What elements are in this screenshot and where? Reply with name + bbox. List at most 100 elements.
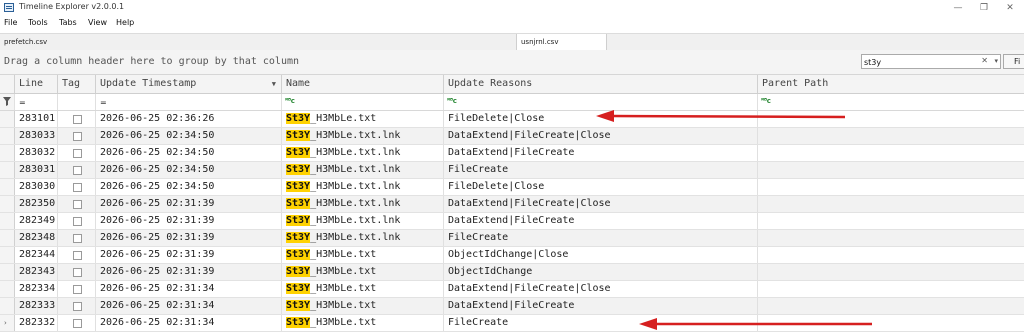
tag-checkbox[interactable] bbox=[73, 115, 82, 124]
row-selector[interactable] bbox=[0, 213, 15, 229]
column-header-name[interactable]: Name bbox=[282, 75, 444, 93]
menu-view[interactable]: View bbox=[88, 18, 107, 27]
table-row[interactable]: 283033 2026-06-25 02:34:50 St3Y_H3MbLe.txt… bbox=[0, 128, 1024, 145]
search-match-highlight: St3Y bbox=[286, 181, 311, 192]
column-header-update-reasons[interactable]: Update Reasons bbox=[444, 75, 758, 93]
tag-checkbox[interactable] bbox=[73, 217, 82, 226]
window-title: Timeline Explorer v2.0.0.1 bbox=[19, 2, 125, 11]
contains-operator-icon[interactable]: ᴿᴮc bbox=[761, 97, 771, 105]
filter-tag[interactable] bbox=[58, 94, 96, 110]
table-row[interactable]: › 282332 2026-06-25 02:31:34 St3Y_H3MbLe.tx… bbox=[0, 315, 1024, 332]
cell-line: 283101 bbox=[15, 111, 58, 127]
search-match-highlight: St3Y bbox=[286, 164, 311, 175]
menu-file[interactable]: File bbox=[4, 18, 17, 27]
cell-name: St3Y_H3MbLe.txt.lnk bbox=[282, 145, 444, 161]
cell-name: St3Y_H3MbLe.txt.lnk bbox=[282, 179, 444, 195]
row-selector[interactable] bbox=[0, 264, 15, 280]
column-header-update-timestamp[interactable]: Update Timestamp ▼ bbox=[96, 75, 282, 93]
cell-line: 282343 bbox=[15, 264, 58, 280]
group-by-panel[interactable]: Drag a column header here to group by th… bbox=[0, 50, 1024, 75]
search-input[interactable] bbox=[864, 56, 974, 68]
tag-checkbox[interactable] bbox=[73, 183, 82, 192]
cell-update-timestamp: 2026-06-25 02:31:34 bbox=[96, 315, 282, 331]
row-selector-header bbox=[0, 75, 15, 93]
tab-usnjrnl[interactable]: usnjrnl.csv bbox=[517, 34, 607, 50]
filter-timestamp[interactable]: = bbox=[96, 94, 282, 110]
cell-parent-path bbox=[758, 230, 1024, 246]
contains-operator-icon[interactable]: ᴿᴮc bbox=[447, 97, 457, 105]
minimize-button[interactable]: — bbox=[946, 1, 970, 15]
row-selector[interactable] bbox=[0, 179, 15, 195]
filter-icon[interactable] bbox=[3, 97, 11, 106]
row-selector[interactable]: › bbox=[0, 315, 15, 331]
column-header-parent-path[interactable]: Parent Path bbox=[758, 75, 1024, 93]
cell-update-reasons: DataExtend|FileCreate bbox=[444, 145, 758, 161]
row-selector[interactable] bbox=[0, 128, 15, 144]
filter-name[interactable]: ᴿᴮc bbox=[282, 94, 444, 110]
table-row[interactable]: 283031 2026-06-25 02:34:50 St3Y_H3MbLe.txt… bbox=[0, 162, 1024, 179]
tag-checkbox[interactable] bbox=[73, 319, 82, 328]
table-row[interactable]: 283101 2026-06-25 02:36:26 St3Y_H3MbLe.txt… bbox=[0, 111, 1024, 128]
tag-checkbox[interactable] bbox=[73, 251, 82, 260]
row-selector[interactable] bbox=[0, 247, 15, 263]
row-selector[interactable] bbox=[0, 281, 15, 297]
menu-tabs[interactable]: Tabs bbox=[59, 18, 77, 27]
column-header-line[interactable]: Line bbox=[15, 75, 58, 93]
filter-update-reasons[interactable]: ᴿᴮc bbox=[444, 94, 758, 110]
tag-checkbox[interactable] bbox=[73, 302, 82, 311]
close-button[interactable]: ✕ bbox=[998, 1, 1022, 15]
find-button[interactable]: Fi bbox=[1003, 54, 1024, 69]
table-row[interactable]: 282333 2026-06-25 02:31:34 St3Y_H3MbLe.txt… bbox=[0, 298, 1024, 315]
name-remainder: _H3MbLe.txt bbox=[310, 317, 377, 328]
filter-parent-path[interactable]: ᴿᴮc bbox=[758, 94, 1024, 110]
table-row[interactable]: 282343 2026-06-25 02:31:39 St3Y_H3MbLe.txt… bbox=[0, 264, 1024, 281]
filter-line[interactable]: = bbox=[15, 94, 58, 110]
tag-checkbox[interactable] bbox=[73, 234, 82, 243]
tag-checkbox[interactable] bbox=[73, 200, 82, 209]
table-row[interactable]: 283030 2026-06-25 02:34:50 St3Y_H3MbLe.txt… bbox=[0, 179, 1024, 196]
cell-line: 283030 bbox=[15, 179, 58, 195]
equals-operator-icon[interactable]: = bbox=[19, 98, 26, 107]
table-row[interactable]: 283032 2026-06-25 02:34:50 St3Y_H3MbLe.txt… bbox=[0, 145, 1024, 162]
cell-update-timestamp: 2026-06-25 02:34:50 bbox=[96, 145, 282, 161]
tag-checkbox[interactable] bbox=[73, 166, 82, 175]
clear-search-icon[interactable]: ✕ bbox=[981, 56, 988, 65]
search-dropdown-icon[interactable]: ▾ bbox=[994, 57, 998, 65]
table-row[interactable]: 282348 2026-06-25 02:31:39 St3Y_H3MbLe.txt… bbox=[0, 230, 1024, 247]
equals-operator-icon[interactable]: = bbox=[100, 98, 107, 107]
row-selector[interactable] bbox=[0, 298, 15, 314]
row-selector[interactable] bbox=[0, 162, 15, 178]
restore-button[interactable]: ❐ bbox=[972, 1, 996, 15]
table-row[interactable]: 282344 2026-06-25 02:31:39 St3Y_H3MbLe.txt… bbox=[0, 247, 1024, 264]
column-header-row: Line Tag Update Timestamp ▼ Name Update … bbox=[0, 75, 1024, 94]
row-selector[interactable] bbox=[0, 145, 15, 161]
sort-descending-icon[interactable]: ▼ bbox=[272, 75, 276, 93]
row-selector[interactable] bbox=[0, 111, 15, 127]
row-selector[interactable] bbox=[0, 230, 15, 246]
group-by-hint: Drag a column header here to group by th… bbox=[4, 56, 300, 67]
table-row[interactable]: 282350 2026-06-25 02:31:39 St3Y_H3MbLe.txt… bbox=[0, 196, 1024, 213]
tag-checkbox[interactable] bbox=[73, 132, 82, 141]
contains-operator-icon[interactable]: ᴿᴮc bbox=[285, 97, 295, 105]
table-row[interactable]: 282334 2026-06-25 02:31:34 St3Y_H3MbLe.txt… bbox=[0, 281, 1024, 298]
menu-tools[interactable]: Tools bbox=[28, 18, 48, 27]
cell-line: 283032 bbox=[15, 145, 58, 161]
menu-help[interactable]: Help bbox=[116, 18, 134, 27]
tag-checkbox[interactable] bbox=[73, 268, 82, 277]
search-box[interactable]: ✕ ▾ bbox=[861, 54, 1001, 69]
name-remainder: _H3MbLe.txt bbox=[310, 266, 377, 277]
cell-tag bbox=[58, 298, 96, 314]
row-selector[interactable] bbox=[0, 196, 15, 212]
cell-line: 282332 bbox=[15, 315, 58, 331]
cell-tag bbox=[58, 145, 96, 161]
cell-update-reasons: DataExtend|FileCreate|Close bbox=[444, 281, 758, 297]
cell-parent-path bbox=[758, 213, 1024, 229]
tab-prefetch[interactable]: prefetch.csv bbox=[0, 34, 517, 50]
table-row[interactable]: 282349 2026-06-25 02:31:39 St3Y_H3MbLe.txt… bbox=[0, 213, 1024, 230]
cell-update-timestamp: 2026-06-25 02:31:34 bbox=[96, 281, 282, 297]
cell-parent-path bbox=[758, 247, 1024, 263]
cell-update-reasons: DataExtend|FileCreate bbox=[444, 298, 758, 314]
tag-checkbox[interactable] bbox=[73, 149, 82, 158]
column-header-tag[interactable]: Tag bbox=[58, 75, 96, 93]
tag-checkbox[interactable] bbox=[73, 285, 82, 294]
